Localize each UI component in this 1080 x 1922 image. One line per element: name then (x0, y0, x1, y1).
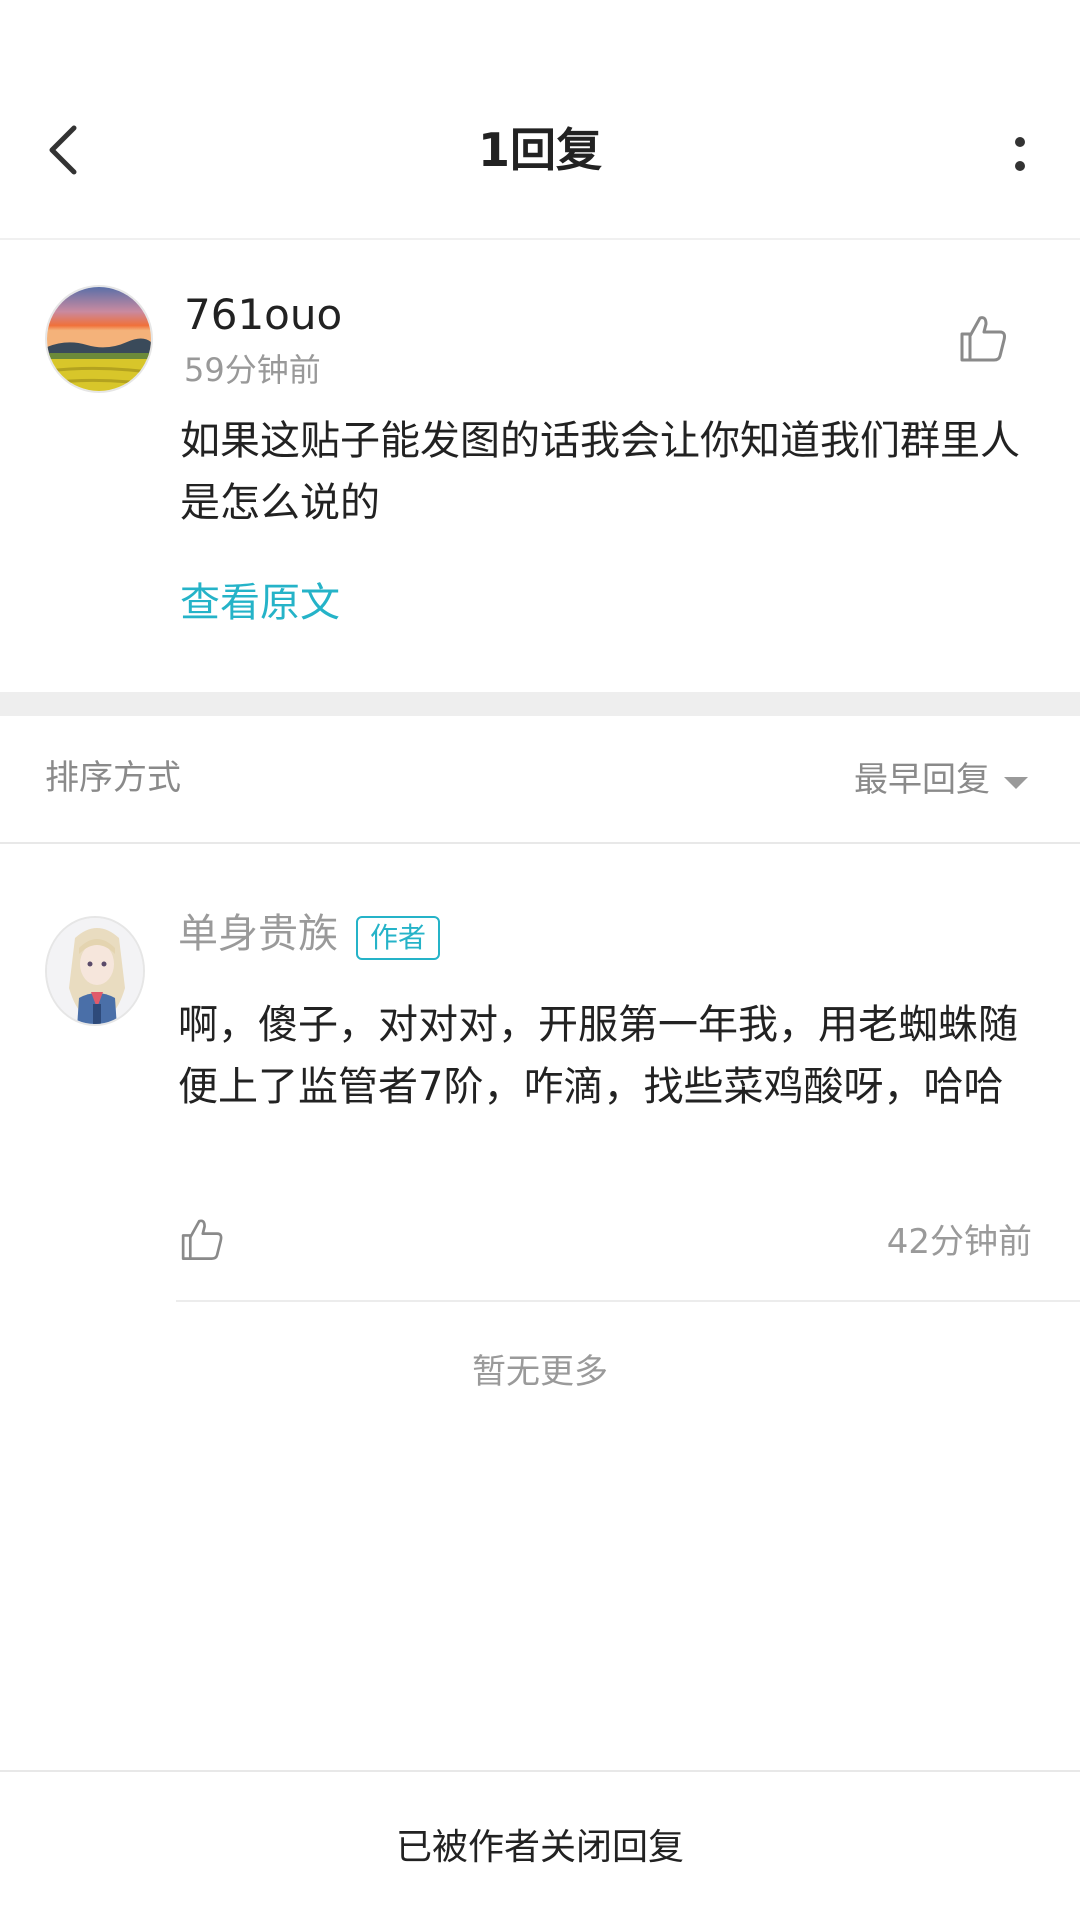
top-bar: 1回复 (0, 0, 1080, 240)
more-vertical-icon (1015, 137, 1025, 171)
avatar[interactable] (45, 285, 153, 393)
reply-divider (176, 1300, 1080, 1302)
bottom-bar: 已被作者关闭回复 (0, 1770, 1080, 1922)
replies-closed-notice: 已被作者关闭回复 (395, 1827, 684, 1868)
reply-item: 单身贵族 作者 啊，傻子，对对对，开服第一年我，用老蜘蛛随便上了监管者7阶，咋滴… (0, 844, 1080, 1302)
post-timestamp: 59分钟前 (184, 351, 321, 389)
reply-content: 啊，傻子，对对对，开服第一年我，用老蜘蛛随便上了监管者7阶，咋滴，找些菜鸡酸呀，… (178, 1002, 1018, 1110)
sort-dropdown[interactable]: 最早回复 (854, 758, 990, 802)
more-options-button[interactable] (990, 120, 1050, 190)
avatar-anime-character-image (47, 918, 143, 1024)
reply-timestamp: 42分钟前 (886, 1222, 1032, 1262)
post-content: 如果这贴子能发图的话我会让你知道我们群里人是怎么说的 (180, 418, 1020, 526)
post-like-button[interactable] (954, 310, 1010, 366)
thumbs-up-icon (960, 316, 1006, 362)
reply-like-button[interactable] (176, 1214, 226, 1264)
thumbs-up-icon (181, 1219, 223, 1260)
page-title: 1回复 (477, 123, 602, 177)
no-more-text: 暂无更多 (472, 1352, 608, 1392)
post-username[interactable]: 761ouo (184, 290, 342, 340)
sort-bar: 排序方式 最早回复 (0, 716, 1080, 844)
avatar[interactable] (45, 916, 145, 1026)
caret-down-icon[interactable] (1002, 775, 1030, 791)
section-divider (0, 692, 1080, 716)
sort-label: 排序方式 (45, 758, 181, 798)
author-badge: 作者 (356, 916, 440, 960)
avatar-landscape-image (47, 287, 151, 391)
reply-username[interactable]: 单身贵族 (178, 906, 338, 962)
view-original-link[interactable]: 查看原文 (180, 575, 340, 631)
original-post: 761ouo 59分钟前 如果这贴子能发图的话我会让你知道我们群里人是怎么说的 … (0, 240, 1080, 690)
